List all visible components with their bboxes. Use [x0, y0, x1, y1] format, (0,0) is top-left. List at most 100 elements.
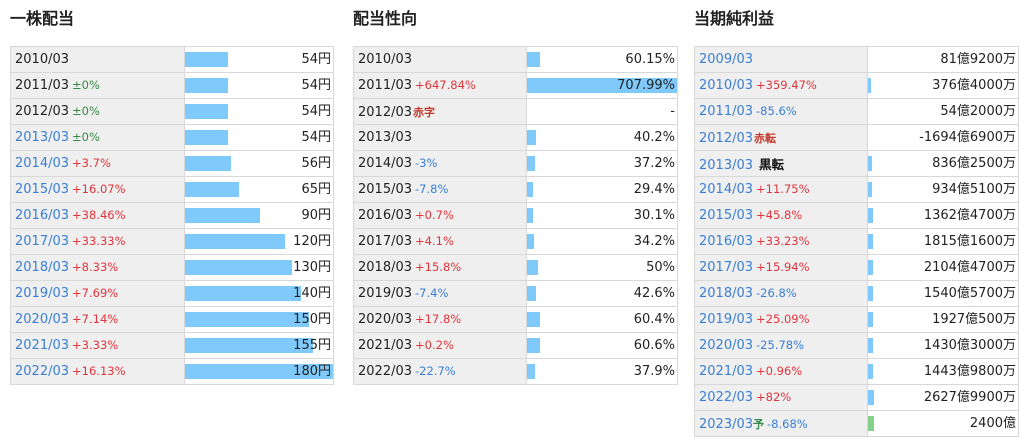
table-row: 2018/03 +8.33% 130円	[10, 254, 334, 281]
value-bar	[527, 156, 535, 171]
yoy-change: +3.7%	[72, 156, 111, 170]
row-value-cell: 54億2000万	[867, 98, 1019, 125]
value-bar	[185, 286, 301, 301]
table-row: 2018/03 -26.8% 1540億5700万	[694, 280, 1019, 307]
row-value: 180円	[293, 364, 331, 379]
yoy-change: -25.78%	[756, 338, 805, 352]
value-bar	[185, 260, 292, 275]
fiscal-year[interactable]: 2009/03	[699, 52, 753, 67]
panel-title: 一株配当	[10, 9, 75, 28]
fiscal-year[interactable]: 2015/03	[15, 182, 69, 197]
row-label-cell: 2011/03 ±0%	[10, 72, 185, 99]
yoy-change: ±0%	[72, 78, 100, 92]
row-value: 37.9%	[633, 364, 675, 379]
fiscal-year[interactable]: 2016/03	[15, 208, 69, 223]
fiscal-year[interactable]: 2020/03	[15, 312, 69, 327]
row-value: 2104億4700万	[923, 260, 1016, 275]
fiscal-year[interactable]: 2013/03	[15, 130, 69, 145]
fiscal-year[interactable]: 2018/03	[15, 260, 69, 275]
table-row: 2021/03 +0.2% 60.6%	[353, 332, 678, 359]
value-bar	[868, 364, 873, 379]
row-value-cell: 934億5100万	[867, 176, 1019, 203]
row-value-cell: 2400億	[867, 410, 1019, 437]
table-row: 2014/03 -3% 37.2%	[353, 150, 678, 177]
yoy-change: +33.33%	[72, 234, 126, 248]
table-row: 2014/03 +11.75% 934億5100万	[694, 176, 1019, 203]
row-value-cell: 34.2%	[526, 228, 678, 255]
yoy-change: -85.6%	[756, 104, 797, 118]
fiscal-year[interactable]: 2017/03	[699, 260, 753, 275]
fiscal-year[interactable]: 2020/03	[699, 338, 753, 353]
fiscal-year[interactable]: 2023/03	[699, 417, 753, 432]
row-value-cell: 81億9200万	[867, 46, 1019, 73]
row-value: 60.6%	[633, 338, 675, 353]
value-bar	[868, 78, 871, 93]
row-value: 140円	[293, 286, 331, 301]
row-value: 60.4%	[633, 312, 675, 327]
fiscal-year: 2011/03	[15, 78, 70, 93]
table-row: 2023/03予 -8.68% 2400億	[694, 410, 1019, 437]
row-value: 54円	[301, 130, 331, 145]
fiscal-year[interactable]: 2015/03	[699, 208, 753, 223]
row-label-cell: 2019/03 +7.69%	[10, 280, 185, 307]
row-value-cell: 30.1%	[526, 202, 678, 229]
fiscal-year[interactable]: 2017/03	[15, 234, 69, 249]
value-bar	[185, 78, 228, 93]
row-label-cell: 2023/03予 -8.68%	[694, 410, 868, 437]
table-row: 2019/03 +25.09% 1927億500万	[694, 306, 1019, 333]
value-bar	[185, 52, 228, 67]
yoy-change: +17.8%	[415, 312, 462, 326]
row-value: -	[670, 104, 675, 119]
value-bar	[868, 390, 874, 405]
row-value: 60.15%	[625, 52, 675, 67]
row-label-cell: 2017/03 +4.1%	[353, 228, 527, 255]
value-bar	[527, 208, 533, 223]
fiscal-year: 2010/03	[358, 52, 413, 67]
fiscal-year[interactable]: 2012/03	[699, 131, 753, 146]
fiscal-year: 2020/03	[358, 312, 413, 327]
row-label-cell: 2021/03 +3.33%	[10, 332, 185, 359]
row-value-cell: 707.99%	[526, 72, 678, 99]
table-row: 2022/03 +82% 2627億9900万	[694, 384, 1019, 411]
row-value: 54億2000万	[940, 104, 1016, 119]
row-value-cell: 37.9%	[526, 358, 678, 385]
fiscal-year[interactable]: 2016/03	[699, 234, 753, 249]
fiscal-year: 2016/03	[358, 208, 413, 223]
row-value-cell: 40.2%	[526, 124, 678, 151]
row-value-cell: 180円	[184, 358, 334, 385]
row-value-cell: 54円	[184, 72, 334, 99]
row-value-cell: 60.6%	[526, 332, 678, 359]
row-value-cell: 54円	[184, 46, 334, 73]
row-label-cell: 2016/03 +33.23%	[694, 228, 868, 255]
value-bar	[527, 364, 535, 379]
fiscal-year: 2018/03	[358, 260, 413, 275]
row-value: 1362億4700万	[923, 208, 1016, 223]
fiscal-year[interactable]: 2011/03	[699, 104, 753, 119]
row-label-cell: 2021/03 +0.96%	[694, 358, 868, 385]
fiscal-year[interactable]: 2022/03	[699, 390, 753, 405]
row-value: 150円	[293, 312, 331, 327]
fiscal-year[interactable]: 2019/03	[699, 312, 753, 327]
row-label-cell: 2019/03 -7.4%	[353, 280, 527, 307]
fiscal-year[interactable]: 2022/03	[15, 364, 69, 379]
fiscal-year[interactable]: 2014/03	[699, 182, 753, 197]
fiscal-year: 2013/03	[358, 130, 413, 145]
row-value: 81億9200万	[940, 52, 1016, 67]
row-label-cell: 2013/03 ±0%	[10, 124, 185, 151]
fiscal-year[interactable]: 2013/03	[699, 158, 753, 173]
fiscal-year[interactable]: 2021/03	[699, 364, 753, 379]
row-value-cell: 42.6%	[526, 280, 678, 307]
fiscal-year[interactable]: 2018/03	[699, 286, 753, 301]
row-value-cell: -	[526, 98, 678, 125]
value-bar	[868, 312, 873, 327]
row-value: 65円	[301, 182, 331, 197]
fiscal-year[interactable]: 2021/03	[15, 338, 69, 353]
row-value: 934億5100万	[932, 182, 1016, 197]
fiscal-year[interactable]: 2010/03	[699, 78, 753, 93]
row-label-cell: 2009/03	[694, 46, 868, 73]
fiscal-year[interactable]: 2014/03	[15, 156, 69, 171]
value-bar	[868, 286, 873, 301]
row-value-cell: 60.15%	[526, 46, 678, 73]
row-value-cell: 2627億9900万	[867, 384, 1019, 411]
fiscal-year[interactable]: 2019/03	[15, 286, 69, 301]
